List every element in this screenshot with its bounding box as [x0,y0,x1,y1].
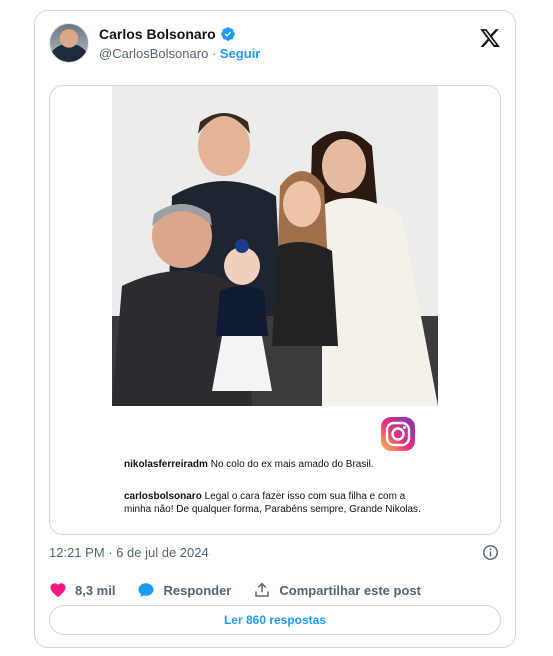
post-media[interactable]: nikolasferreiradm No colo do ex mais ama… [49,85,501,535]
comment-text: No colo do ex mais amado do Brasil. [210,459,374,470]
follow-button[interactable]: Seguir [220,46,260,61]
handle-separator: · [211,46,217,61]
comment-username: nikolasferreiradm [124,459,208,470]
instagram-comment: nikolasferreiradm No colo do ex mais ama… [124,458,424,471]
photo-illustration [112,86,438,406]
instagram-comment: carlosbolsonaro Legal o cara fazer isso … [124,490,424,516]
post-actions: 8,3 mil Responder Compartilhar este post [49,581,443,599]
author-handle[interactable]: @CarlosBolsonaro [99,46,208,61]
read-replies-button[interactable]: Ler 860 respostas [49,605,501,635]
author-handle-row: @CarlosBolsonaro · Seguir [99,46,260,61]
x-logo-icon[interactable] [479,27,501,49]
author-name-row: Carlos Bolsonaro [99,26,236,42]
reply-action[interactable]: Responder [137,581,231,599]
post-header: Carlos Bolsonaro @CarlosBolsonaro · Segu… [49,23,501,67]
embedded-post-card: Carlos Bolsonaro @CarlosBolsonaro · Segu… [34,10,516,648]
post-photo [112,86,438,406]
like-count: 8,3 mil [75,582,116,598]
reply-bubble-icon [138,583,154,598]
info-icon[interactable] [482,544,499,561]
reply-label: Responder [163,582,232,598]
author-name[interactable]: Carlos Bolsonaro [99,26,216,42]
share-label: Compartilhar este post [279,582,421,598]
share-action[interactable]: Compartilhar este post [253,581,421,599]
instagram-icon [381,417,415,451]
like-action[interactable]: 8,3 mil [49,581,115,599]
share-icon [255,582,270,597]
post-timestamp[interactable]: 12:21 PM · 6 de jul de 2024 [49,545,209,560]
heart-icon [50,583,66,598]
verified-badge-icon [220,27,235,41]
author-avatar[interactable] [49,23,89,63]
comment-username: carlosbolsonaro [124,491,202,502]
